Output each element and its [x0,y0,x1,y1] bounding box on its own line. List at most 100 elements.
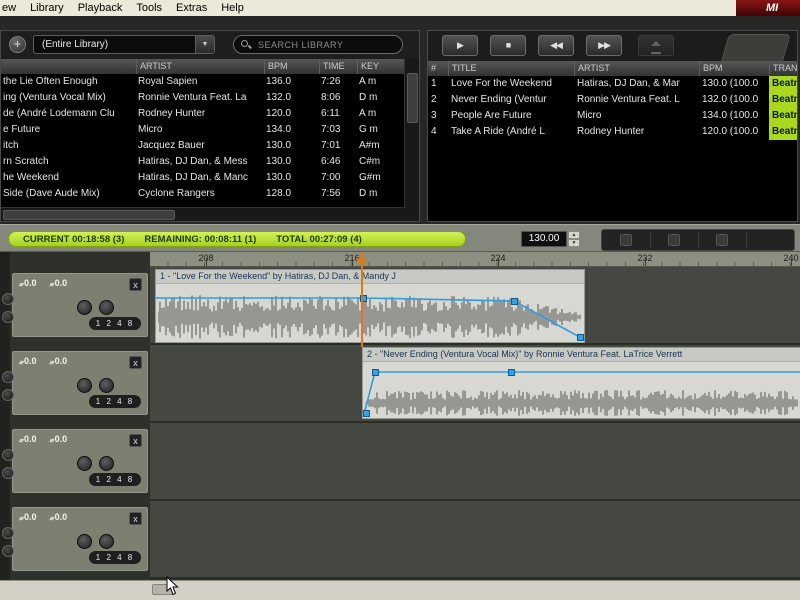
trim-icon[interactable]: ▴▾ [19,438,23,444]
trim-icon[interactable]: ▴▾ [50,282,54,288]
gain-value[interactable]: 0.0 [24,512,37,522]
column-artist[interactable]: ARTIST [574,61,699,76]
search-input[interactable] [256,39,390,51]
eq-knob[interactable] [99,300,114,315]
column-num[interactable]: # [428,61,448,76]
track-knob[interactable] [2,545,14,557]
eq-knob[interactable] [77,534,92,549]
bpm-down-button[interactable]: ▼ [568,239,580,247]
remove-track-button[interactable]: x [129,356,142,369]
scrollbar-thumb[interactable] [3,210,175,220]
library-vertical-scrollbar[interactable] [404,59,419,221]
eq-knob[interactable] [77,300,92,315]
column-artist[interactable]: ARTIST [136,59,264,74]
library-row[interactable]: he WeekendHatiras, DJ Dan, & Manc130.07:… [1,170,405,186]
beat-snap-selector[interactable]: 1 2 4 8 [89,473,141,486]
master-bpm-field[interactable]: 130.00 [521,231,567,247]
cell-bpm: 136.0 [264,74,319,90]
collection-dropdown[interactable]: (Entire Library) ▼ [33,35,215,54]
remove-track-button[interactable]: x [129,512,142,525]
track-knob[interactable] [2,449,14,461]
bpm-up-button[interactable]: ▲ [568,231,580,239]
trim-icon[interactable]: ▴▾ [50,516,54,522]
beat-snap-selector[interactable]: 1 2 4 8 [89,551,141,564]
library-row[interactable]: ing (Ventura Vocal Mix)Ronnie Ventura Fe… [1,90,405,106]
envelope-handle[interactable] [511,298,518,305]
library-horizontal-scrollbar[interactable] [1,207,405,221]
toolbar-button[interactable] [716,234,728,246]
library-row[interactable]: de (André Lodemann CluRodney Hunter120.0… [1,106,405,122]
gain-value[interactable]: 0.0 [55,512,68,522]
trim-icon[interactable]: ▴▾ [19,516,23,522]
forward-button[interactable]: ▶▶ [586,35,622,56]
beat-snap-selector[interactable]: 1 2 4 8 [89,395,141,408]
stop-button[interactable]: ■ [490,35,526,56]
column-title[interactable] [1,59,136,74]
column-bpm[interactable]: BPM [264,59,319,74]
envelope-handle[interactable] [508,369,515,376]
playlist-row[interactable]: 2Never Ending (VenturRonnie Ventura Feat… [428,92,797,108]
gain-value[interactable]: 0.0 [55,434,68,444]
column-key[interactable]: KEY [357,59,405,74]
timeline-horizontal-scrollbar[interactable] [0,580,800,600]
timeline-lane[interactable] [150,501,800,577]
envelope-handle[interactable] [372,369,379,376]
trim-icon[interactable]: ▴▾ [19,360,23,366]
envelope-handle[interactable] [363,410,370,417]
gain-value[interactable]: 0.0 [24,278,37,288]
gain-value[interactable]: 0.0 [24,434,37,444]
track-knob[interactable] [2,389,14,401]
trim-icon[interactable]: ▴▾ [50,360,54,366]
menu-playback[interactable]: Playback [71,0,130,16]
library-row[interactable]: the Lie Often EnoughRoyal Sapien136.07:2… [1,74,405,90]
trim-icon[interactable]: ▴▾ [19,282,23,288]
clip-title: 2 - "Never Ending (Ventura Vocal Mix)" b… [363,348,800,362]
trim-icon[interactable]: ▴▾ [50,438,54,444]
library-row[interactable]: Side (Dave Aude Mix)Cyclone Rangers128.0… [1,186,405,202]
library-row[interactable]: e FutureMicro134.07:03G m [1,122,405,138]
beat-snap-selector[interactable]: 1 2 4 8 [89,317,141,330]
column-bpm[interactable]: BPM [699,61,769,76]
track-knob[interactable] [2,527,14,539]
menu-help[interactable]: Help [214,0,251,16]
library-row[interactable]: itchJacquez Bauer130.07:01A#m [1,138,405,154]
scrollbar-thumb[interactable] [407,73,418,123]
track-knob[interactable] [2,293,14,305]
menu-view[interactable]: ew [0,0,23,16]
chevron-down-icon[interactable]: ▼ [195,36,214,53]
rewind-button[interactable]: ◀◀ [538,35,574,56]
toolbar-button[interactable] [620,234,632,246]
envelope-handle[interactable] [577,334,584,341]
eq-knob[interactable] [99,456,114,471]
toolbar-button[interactable] [668,234,680,246]
playlist-row[interactable]: 4Take A Ride (André LRodney Hunter120.0 … [428,124,797,140]
menu-extras[interactable]: Extras [169,0,214,16]
column-title[interactable]: TITLE [448,61,574,76]
remove-track-button[interactable]: x [129,434,142,447]
menu-tools[interactable]: Tools [129,0,169,16]
eq-knob[interactable] [99,534,114,549]
timeline-clip-2[interactable]: 2 - "Never Ending (Ventura Vocal Mix)" b… [362,347,800,419]
track-knob[interactable] [2,311,14,323]
playlist-row[interactable]: 3People Are FutureMicro134.0 (100.0Beatm [428,108,797,124]
playhead[interactable] [361,252,363,347]
column-time[interactable]: TIME [319,59,357,74]
gain-value[interactable]: 0.0 [55,278,68,288]
gain-value[interactable]: 0.0 [55,356,68,366]
remove-track-button[interactable]: x [129,278,142,291]
playlist-row[interactable]: 1Love For the WeekendHatiras, DJ Dan, & … [428,76,797,92]
timeline-ruler[interactable]: 208 216 224 232 240 [150,252,800,267]
eq-knob[interactable] [77,456,92,471]
track-knob[interactable] [2,371,14,383]
track-knob[interactable] [2,467,14,479]
eq-knob[interactable] [99,378,114,393]
column-transition[interactable]: TRAN [769,61,797,76]
timeline-clip-1[interactable]: 1 - "Love For the Weekend" by Hatiras, D… [155,269,585,343]
eq-knob[interactable] [77,378,92,393]
menu-library[interactable]: Library [23,0,71,16]
play-button[interactable]: ▶ [442,35,478,56]
timeline-lane[interactable] [150,423,800,499]
library-row[interactable]: rn ScratchHatiras, DJ Dan, & Mess130.06:… [1,154,405,170]
gain-value[interactable]: 0.0 [24,356,37,366]
add-playlist-button[interactable]: + [9,36,26,53]
